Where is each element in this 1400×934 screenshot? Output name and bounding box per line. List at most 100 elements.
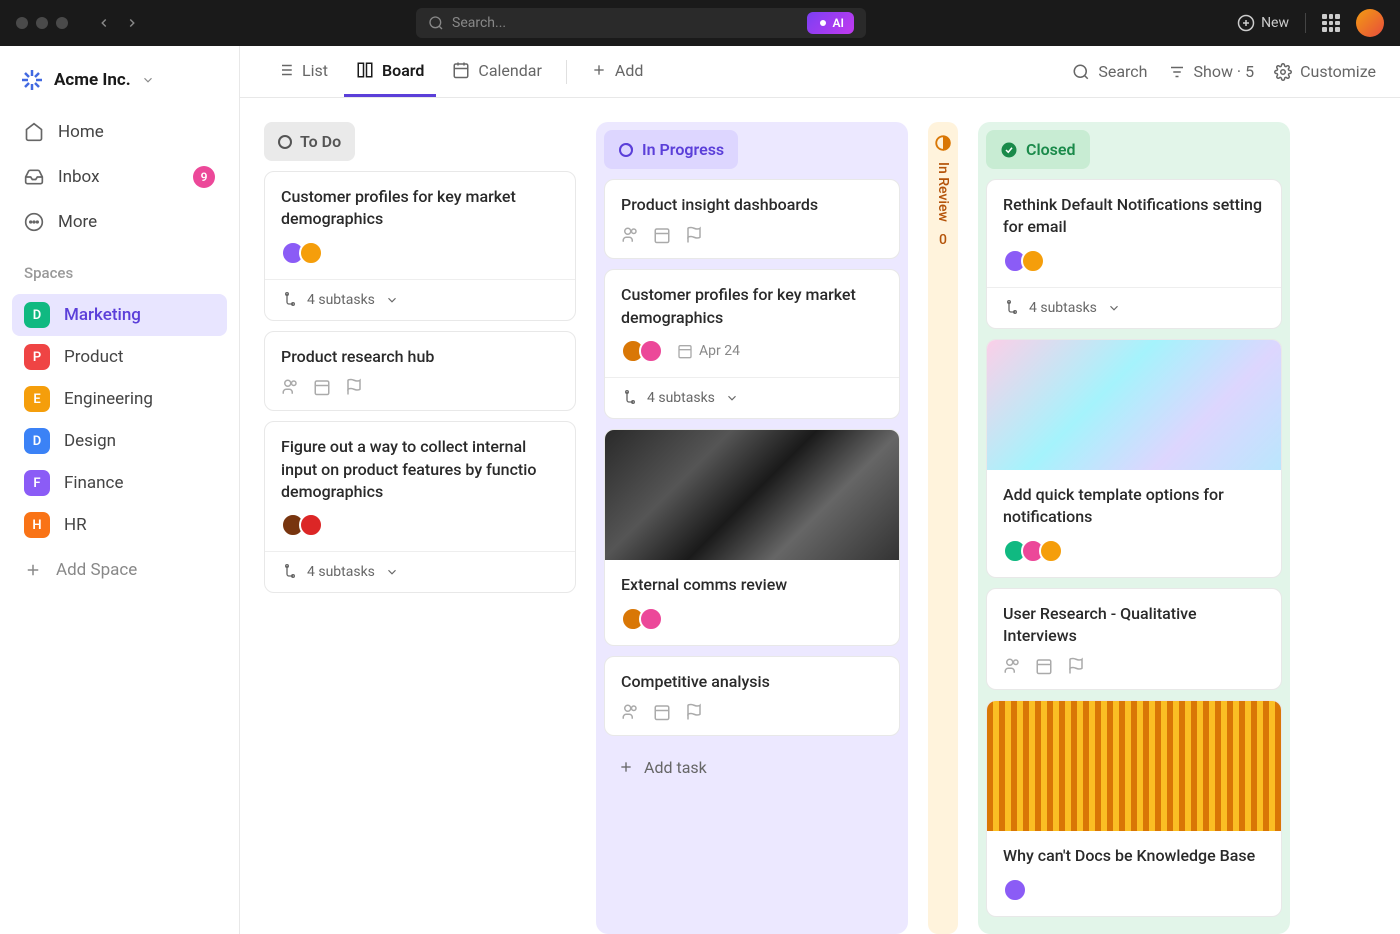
- view-tab-calendar[interactable]: Calendar: [440, 47, 553, 97]
- card-meta: [621, 703, 883, 721]
- nav-arrows: [92, 11, 144, 35]
- space-item-hr[interactable]: HHR: [12, 504, 227, 546]
- plus-icon: [24, 561, 42, 579]
- task-card[interactable]: Customer profiles for key market demogra…: [604, 269, 900, 419]
- nav-inbox[interactable]: Inbox 9: [12, 156, 227, 198]
- search-icon: [1072, 63, 1090, 81]
- space-item-finance[interactable]: FFinance: [12, 462, 227, 504]
- column-in-progress: In Progress Product insight dashboards C…: [596, 122, 908, 934]
- close-window[interactable]: [16, 17, 28, 29]
- plus-icon: [618, 759, 634, 775]
- more-icon: [24, 212, 44, 232]
- flag-icon[interactable]: [345, 378, 363, 396]
- card-meta: [281, 378, 559, 396]
- task-card[interactable]: Add quick template options for notificat…: [986, 339, 1282, 578]
- space-item-engineering[interactable]: EEngineering: [12, 378, 227, 420]
- column-in-review-collapsed[interactable]: In Review 0: [928, 122, 958, 934]
- toolbar-customize[interactable]: Customize: [1274, 62, 1376, 81]
- avatar-stack[interactable]: [281, 513, 559, 537]
- nav-home[interactable]: Home: [12, 112, 227, 152]
- avatar-stack[interactable]: [281, 241, 559, 265]
- topbar: Search... AI New: [0, 0, 1400, 46]
- column-header-todo[interactable]: To Do: [264, 122, 355, 161]
- date-icon[interactable]: [653, 703, 671, 721]
- card-title: Product research hub: [281, 346, 559, 368]
- card-title: User Research - Qualitative Interviews: [1003, 603, 1265, 648]
- subtask-footer[interactable]: 4 subtasks: [605, 377, 899, 418]
- space-item-marketing[interactable]: DMarketing: [12, 294, 227, 336]
- column-todo: To Do Customer profiles for key market d…: [264, 122, 576, 934]
- date-icon[interactable]: [313, 378, 331, 396]
- workspace-selector[interactable]: Acme Inc.: [12, 60, 227, 108]
- task-card[interactable]: User Research - Qualitative Interviews: [986, 588, 1282, 691]
- avatar: [299, 513, 323, 537]
- card-title: Customer profiles for key market demogra…: [281, 186, 559, 231]
- view-tab-board[interactable]: Board: [344, 47, 436, 97]
- toolbar-show[interactable]: Show · 5: [1168, 62, 1255, 81]
- new-button[interactable]: New: [1237, 14, 1289, 32]
- review-count: 0: [939, 232, 947, 248]
- divider: [1305, 13, 1306, 33]
- subtask-icon: [281, 292, 297, 308]
- ai-icon: [817, 17, 829, 29]
- toolbar-right: Search Show · 5 Customize: [1072, 62, 1376, 81]
- nav-more[interactable]: More: [12, 202, 227, 242]
- task-card[interactable]: Product insight dashboards: [604, 179, 900, 259]
- column-header-progress[interactable]: In Progress: [604, 130, 738, 169]
- task-card[interactable]: Why can't Docs be Knowledge Base: [986, 700, 1282, 916]
- view-tab-add[interactable]: Add: [579, 47, 655, 97]
- toolbar-search[interactable]: Search: [1072, 62, 1147, 81]
- view-toolbar: List Board Calendar Add Search: [240, 46, 1400, 98]
- user-avatar[interactable]: [1356, 9, 1384, 37]
- flag-icon[interactable]: [1067, 657, 1085, 675]
- view-tab-list[interactable]: List: [264, 47, 340, 97]
- inbox-icon: [24, 167, 44, 187]
- avatar-stack[interactable]: [621, 607, 883, 631]
- apps-menu-icon[interactable]: [1322, 14, 1340, 32]
- gear-icon: [1274, 63, 1292, 81]
- ai-badge[interactable]: AI: [807, 12, 854, 34]
- task-card[interactable]: Product research hub: [264, 331, 576, 411]
- task-card[interactable]: Figure out a way to collect internal inp…: [264, 421, 576, 593]
- date-icon[interactable]: [653, 226, 671, 244]
- column-header-closed[interactable]: Closed: [986, 130, 1090, 169]
- avatar-stack[interactable]: [1003, 878, 1265, 902]
- spaces-list: DMarketingPProductEEngineeringDDesignFFi…: [12, 294, 227, 546]
- minimize-window[interactable]: [36, 17, 48, 29]
- flag-icon[interactable]: [685, 226, 703, 244]
- space-item-design[interactable]: DDesign: [12, 420, 227, 462]
- subtask-footer[interactable]: 4 subtasks: [265, 551, 575, 592]
- task-card[interactable]: External comms review: [604, 429, 900, 645]
- avatar-stack[interactable]: [621, 339, 663, 363]
- subtask-footer[interactable]: 4 subtasks: [987, 287, 1281, 328]
- assignee-icon[interactable]: [621, 226, 639, 244]
- assignee-icon[interactable]: [1003, 657, 1021, 675]
- card-title: External comms review: [621, 574, 883, 596]
- search-placeholder: Search...: [452, 15, 506, 31]
- task-card[interactable]: Rethink Default Notifications setting fo…: [986, 179, 1282, 329]
- forward-button[interactable]: [120, 11, 144, 35]
- avatar-stack[interactable]: [1003, 539, 1265, 563]
- space-name: Marketing: [64, 305, 141, 325]
- subtask-footer[interactable]: 4 subtasks: [265, 279, 575, 320]
- assignee-icon[interactable]: [281, 378, 299, 396]
- date-icon[interactable]: [1035, 657, 1053, 675]
- global-search[interactable]: Search... AI: [416, 8, 866, 38]
- card-title: Rethink Default Notifications setting fo…: [1003, 194, 1265, 239]
- card-title: Competitive analysis: [621, 671, 883, 693]
- task-card[interactable]: Competitive analysis: [604, 656, 900, 736]
- space-item-product[interactable]: PProduct: [12, 336, 227, 378]
- add-task-button[interactable]: Add task: [604, 746, 900, 789]
- space-name: Engineering: [64, 389, 153, 409]
- column-closed: Closed Rethink Default Notifications set…: [978, 122, 1290, 934]
- review-icon: [934, 134, 952, 152]
- flag-icon[interactable]: [685, 703, 703, 721]
- space-name: Design: [64, 431, 116, 451]
- task-card[interactable]: Customer profiles for key market demogra…: [264, 171, 576, 321]
- avatar-stack[interactable]: [1003, 249, 1265, 273]
- maximize-window[interactable]: [56, 17, 68, 29]
- back-button[interactable]: [92, 11, 116, 35]
- add-space-button[interactable]: Add Space: [12, 550, 227, 590]
- subtask-icon: [281, 564, 297, 580]
- assignee-icon[interactable]: [621, 703, 639, 721]
